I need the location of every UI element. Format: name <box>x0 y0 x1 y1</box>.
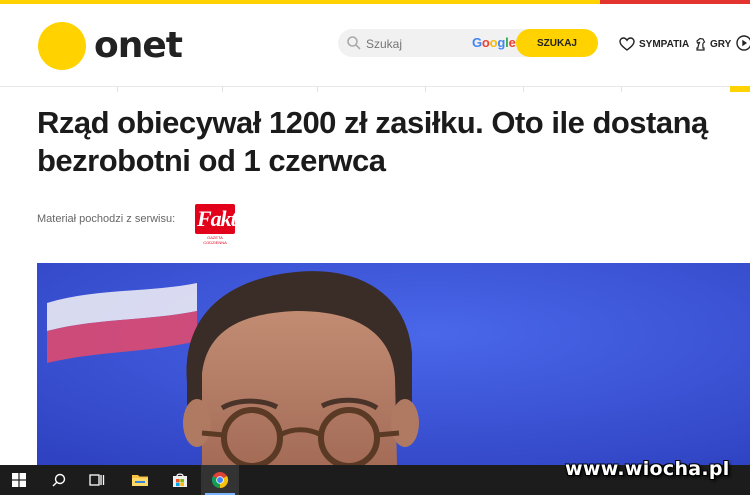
heart-icon <box>619 37 635 51</box>
search-button[interactable]: SZUKAJ <box>516 29 598 57</box>
nav-gry-label: GRY <box>710 38 732 50</box>
nav-gry[interactable]: GRY <box>694 37 731 51</box>
task-view-icon <box>89 474 105 486</box>
logo-text: onet <box>94 25 183 66</box>
search-icon <box>52 473 66 487</box>
article-hero-image <box>37 263 750 465</box>
search-input[interactable] <box>364 33 478 55</box>
wiocha-watermark: www.wiocha.pl <box>565 458 730 480</box>
play-icon[interactable] <box>736 35 750 51</box>
search-icon <box>347 36 361 50</box>
article-title: Rząd obiecywał 1200 zł zasiłku. Oto ile … <box>37 105 708 178</box>
logo-dot-icon <box>38 22 86 70</box>
windows-start-button[interactable] <box>0 465 38 495</box>
hero-photo-illustration <box>37 263 750 465</box>
fakt-logo[interactable]: Fakt GAZETA CODZIENNA <box>195 204 237 245</box>
microsoft-store-button[interactable] <box>161 465 199 495</box>
sub-navigation-strip <box>0 86 750 92</box>
chess-knight-icon <box>696 37 706 51</box>
chrome-icon <box>211 472 229 489</box>
chrome-taskbar-button[interactable] <box>201 465 239 495</box>
source-label: Materiał pochodzi z serwisu: <box>37 213 176 225</box>
file-explorer-button[interactable] <box>121 465 159 495</box>
store-bag-icon <box>173 473 187 487</box>
fakt-logo-subtitle: GAZETA CODZIENNA <box>203 235 227 245</box>
folder-icon <box>132 475 148 486</box>
sub-nav-accent <box>730 86 750 92</box>
search-bar: Google SZUKAJ <box>338 29 598 57</box>
onet-logo[interactable]: onet <box>38 22 183 70</box>
site-header: onet Google SZUKAJ SYMPATIA GRY <box>0 4 750 87</box>
task-view-button[interactable] <box>78 465 116 495</box>
nav-sympatia-label: SYMPATIA <box>639 38 690 50</box>
google-logo: Google <box>472 35 516 50</box>
windows-logo-icon <box>12 473 26 487</box>
fakt-logo-text: Fakt <box>197 206 237 231</box>
taskbar-search-button[interactable] <box>40 465 78 495</box>
nav-sympatia[interactable]: SYMPATIA <box>619 37 689 51</box>
